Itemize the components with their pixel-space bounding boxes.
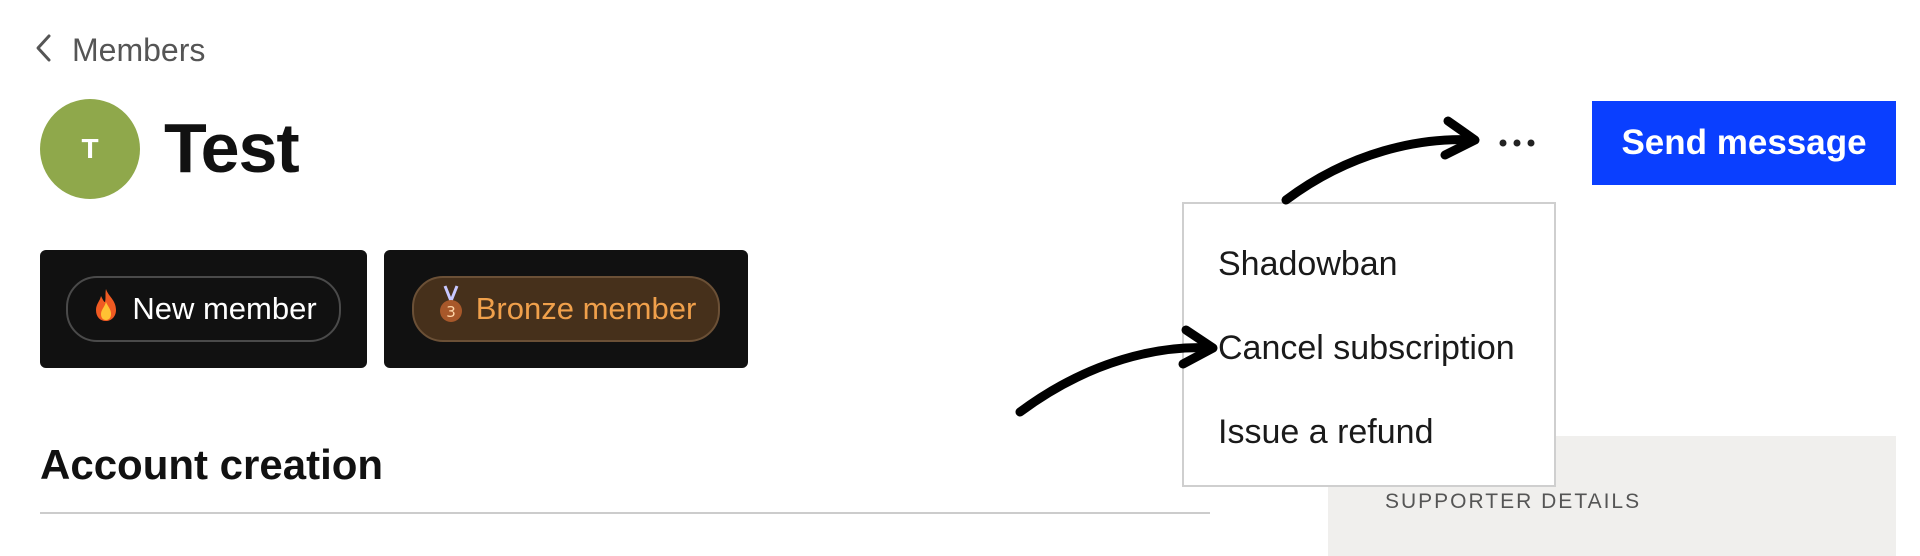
fire-icon xyxy=(92,288,120,330)
bronze-member-label: Bronze member xyxy=(475,291,697,326)
section-title: Account creation xyxy=(40,441,384,488)
menu-item-shadowban[interactable]: Shadowban xyxy=(1218,242,1398,286)
new-member-badge: New member xyxy=(66,276,341,342)
bronze-medal-icon: 3 xyxy=(438,285,464,333)
page-title: Test xyxy=(164,109,300,187)
back-link[interactable]: Members xyxy=(34,28,205,72)
new-member-label: New member xyxy=(132,291,317,326)
avatar-initial: T xyxy=(81,133,99,164)
badge-card-bronze-member: 3 Bronze member xyxy=(384,250,748,368)
send-message-button[interactable]: Send message xyxy=(1592,101,1896,185)
ellipsis-icon xyxy=(1497,135,1537,153)
menu-item-issue-refund[interactable]: Issue a refund xyxy=(1218,410,1433,454)
svg-text:3: 3 xyxy=(446,303,456,321)
menu-item-cancel-subscription[interactable]: Cancel subscription xyxy=(1218,326,1515,370)
divider xyxy=(40,512,1210,514)
more-options-button[interactable] xyxy=(1488,126,1546,162)
breadcrumb-label: Members xyxy=(72,31,206,68)
supporter-details-heading: SUPPORTER DETAILS xyxy=(1385,490,1642,513)
badge-card-new-member: New member xyxy=(40,250,367,368)
bronze-member-badge: 3 Bronze member xyxy=(411,276,721,342)
avatar: T xyxy=(40,99,140,199)
arrow-to-more-icon xyxy=(1281,116,1480,205)
chevron-left-icon xyxy=(34,33,54,68)
options-menu: Shadowban Cancel subscription Issue a re… xyxy=(1182,202,1556,487)
